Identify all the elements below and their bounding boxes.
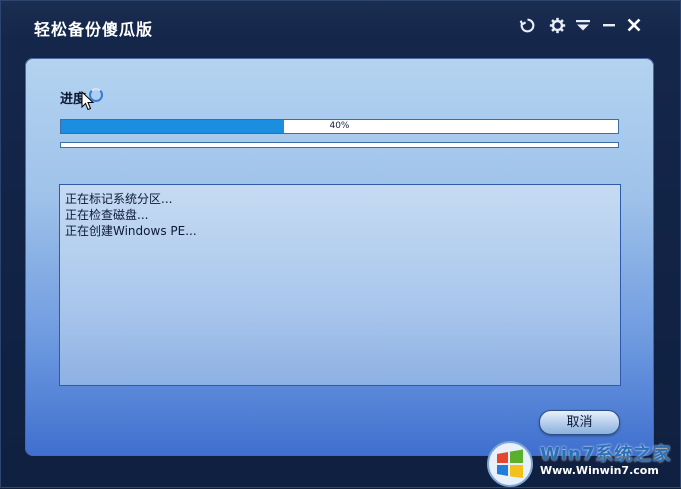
log-line: 正在标记系统分区... bbox=[65, 192, 173, 206]
progress-bar: 40% bbox=[60, 119, 619, 134]
main-panel: 进度 40% 正在标记系统分区... 正在检查磁盘... 正在创建Windows… bbox=[25, 58, 654, 456]
menu-dropdown-icon[interactable] bbox=[572, 14, 594, 36]
minimize-icon[interactable] bbox=[598, 14, 620, 36]
app-window: 轻松备份傻瓜版 进度 40% 正在标记系统分区... 正在检查磁盘... 正在创… bbox=[0, 0, 681, 488]
refresh-icon-graphic bbox=[519, 18, 534, 32]
progress-percent-text: 40% bbox=[329, 121, 350, 131]
watermark: Win7系统之家 Www.Winwin7.com bbox=[484, 438, 681, 489]
gear-icon-graphic bbox=[549, 17, 565, 33]
watermark-brand: Win7系统之家 bbox=[540, 444, 672, 465]
cancel-button[interactable]: 取消 bbox=[539, 410, 620, 435]
secondary-progress-bar bbox=[60, 142, 619, 148]
gear-icon[interactable] bbox=[546, 14, 568, 36]
log-line: 正在检查磁盘... bbox=[65, 208, 149, 222]
minimize-icon-graphic bbox=[603, 24, 615, 27]
status-log[interactable]: 正在标记系统分区... 正在检查磁盘... 正在创建Windows PE... bbox=[59, 184, 621, 386]
refresh-icon[interactable] bbox=[516, 14, 538, 36]
mouse-cursor-icon bbox=[81, 91, 95, 111]
menu-dropdown-icon-graphic bbox=[576, 20, 590, 31]
window-title: 轻松备份傻瓜版 bbox=[34, 20, 154, 39]
close-icon-graphic bbox=[627, 18, 641, 32]
windows-logo-icon bbox=[487, 441, 533, 487]
title-bar[interactable]: 轻松备份傻瓜版 bbox=[1, 1, 681, 53]
log-line: 正在创建Windows PE... bbox=[65, 224, 197, 238]
watermark-url: Www.Winwin7.com bbox=[540, 464, 659, 477]
close-icon[interactable] bbox=[623, 14, 645, 36]
